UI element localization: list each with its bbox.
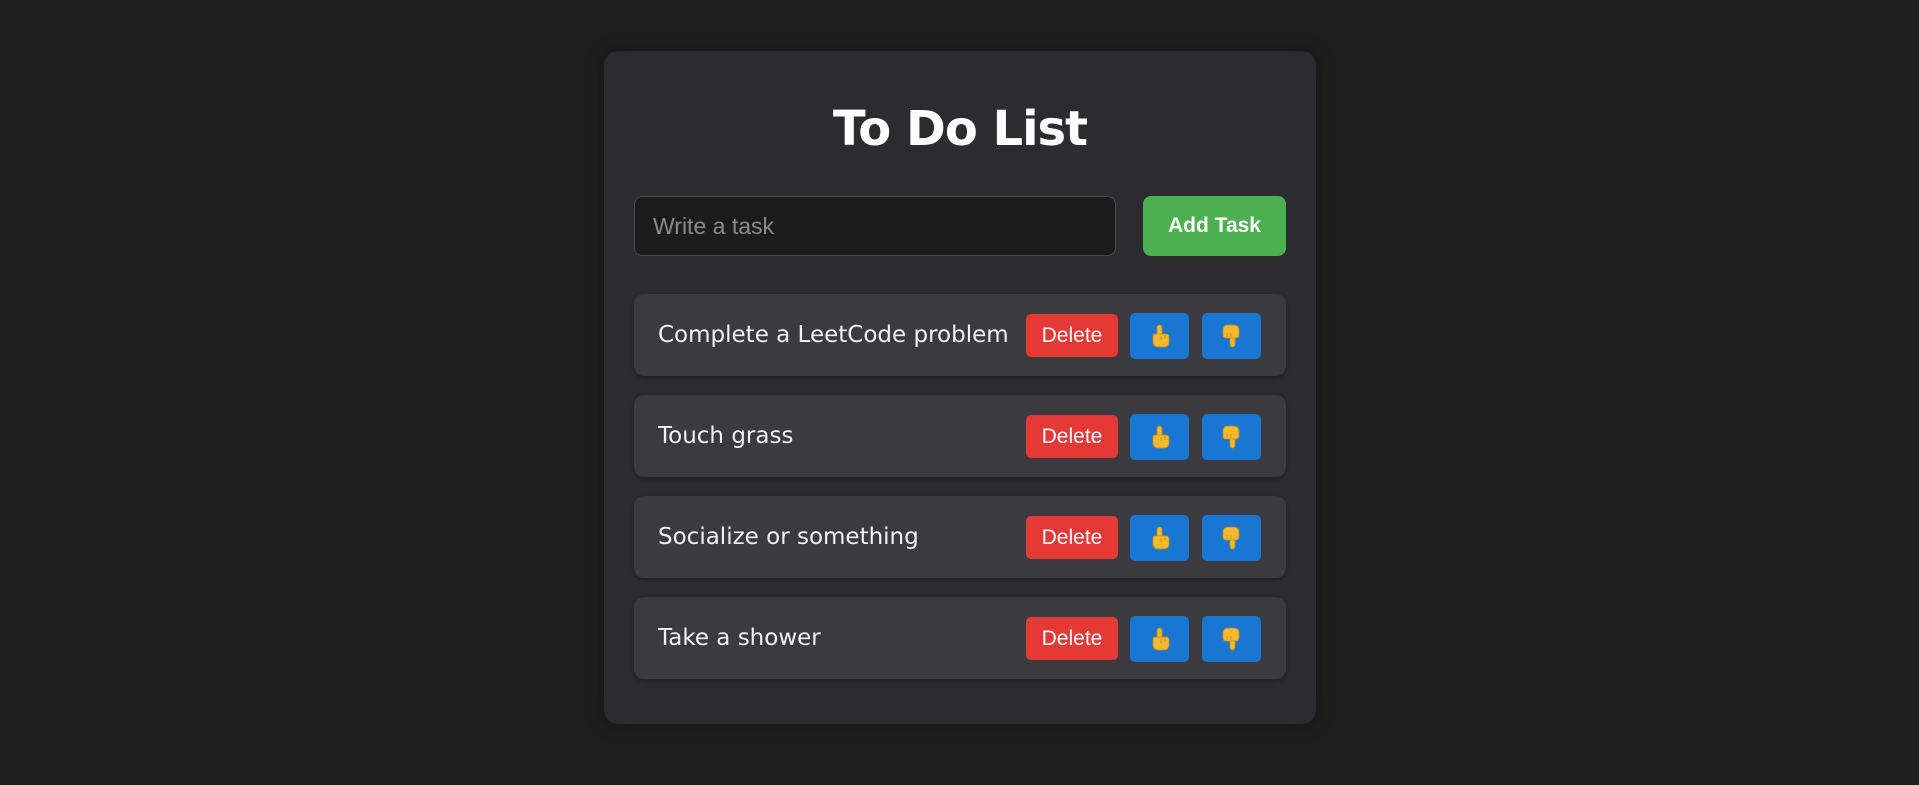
delete-button[interactable]: Delete bbox=[1026, 415, 1118, 458]
delete-button[interactable]: Delete bbox=[1026, 314, 1118, 357]
task-input[interactable] bbox=[634, 196, 1116, 256]
add-task-button[interactable]: Add Task bbox=[1143, 196, 1286, 256]
list-item: Complete a LeetCode problem Delete bbox=[634, 294, 1286, 376]
list-item: Take a shower Delete bbox=[634, 597, 1286, 679]
move-up-button[interactable] bbox=[1130, 313, 1189, 359]
page-title: To Do List bbox=[832, 101, 1088, 157]
todo-card: To Do List Add Task Complete a LeetCode … bbox=[604, 51, 1316, 724]
pointing-up-hand-icon bbox=[1152, 324, 1169, 348]
pointing-up-hand-icon bbox=[1152, 425, 1169, 449]
move-down-button[interactable] bbox=[1202, 515, 1261, 561]
task-text: Take a shower bbox=[658, 625, 821, 651]
delete-button[interactable]: Delete bbox=[1026, 516, 1118, 559]
move-down-button[interactable] bbox=[1202, 616, 1261, 662]
delete-button[interactable]: Delete bbox=[1026, 617, 1118, 660]
move-up-button[interactable] bbox=[1130, 515, 1189, 561]
list-item: Socialize or something Delete bbox=[634, 496, 1286, 578]
pointing-down-hand-icon bbox=[1222, 425, 1239, 449]
move-up-button[interactable] bbox=[1130, 414, 1189, 460]
task-text: Touch grass bbox=[658, 423, 794, 449]
pointing-up-hand-icon bbox=[1152, 526, 1169, 550]
task-text: Socialize or something bbox=[658, 524, 919, 550]
move-up-button[interactable] bbox=[1130, 616, 1189, 662]
list-item: Touch grass Delete bbox=[634, 395, 1286, 477]
pointing-up-hand-icon bbox=[1152, 627, 1169, 651]
task-list: Complete a LeetCode problem Delete Touch… bbox=[634, 294, 1286, 698]
move-down-button[interactable] bbox=[1202, 414, 1261, 460]
move-down-button[interactable] bbox=[1202, 313, 1261, 359]
pointing-down-hand-icon bbox=[1222, 627, 1239, 651]
task-text: Complete a LeetCode problem bbox=[658, 322, 1009, 348]
pointing-down-hand-icon bbox=[1222, 526, 1239, 550]
pointing-down-hand-icon bbox=[1222, 324, 1239, 348]
